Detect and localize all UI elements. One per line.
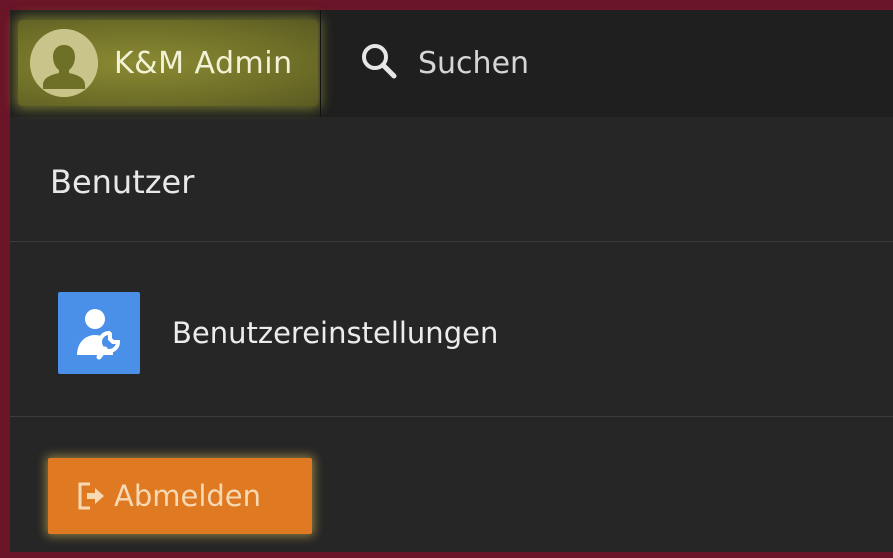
logout-button[interactable]: Abmelden — [48, 458, 312, 534]
user-settings-item[interactable]: Benutzereinstellungen — [58, 292, 498, 374]
logout-label: Abmelden — [114, 479, 262, 513]
search-icon — [360, 42, 398, 84]
logout-icon — [76, 480, 106, 512]
user-name: K&M Admin — [114, 45, 293, 81]
topbar-divider — [320, 10, 321, 117]
top-bar: K&M Admin Suchen — [10, 10, 893, 117]
divider — [10, 241, 893, 242]
search-button[interactable]: Suchen — [360, 40, 529, 86]
user-settings-label: Benutzereinstellungen — [172, 316, 499, 350]
user-account-button[interactable]: K&M Admin — [18, 20, 318, 106]
section-title: Benutzer — [50, 163, 195, 201]
avatar-icon — [30, 29, 98, 97]
user-settings-icon — [58, 292, 140, 374]
user-menu-panel: K&M Admin Suchen Benutzer Benutzereinste… — [10, 10, 893, 552]
search-label: Suchen — [418, 45, 530, 81]
divider — [10, 416, 893, 417]
